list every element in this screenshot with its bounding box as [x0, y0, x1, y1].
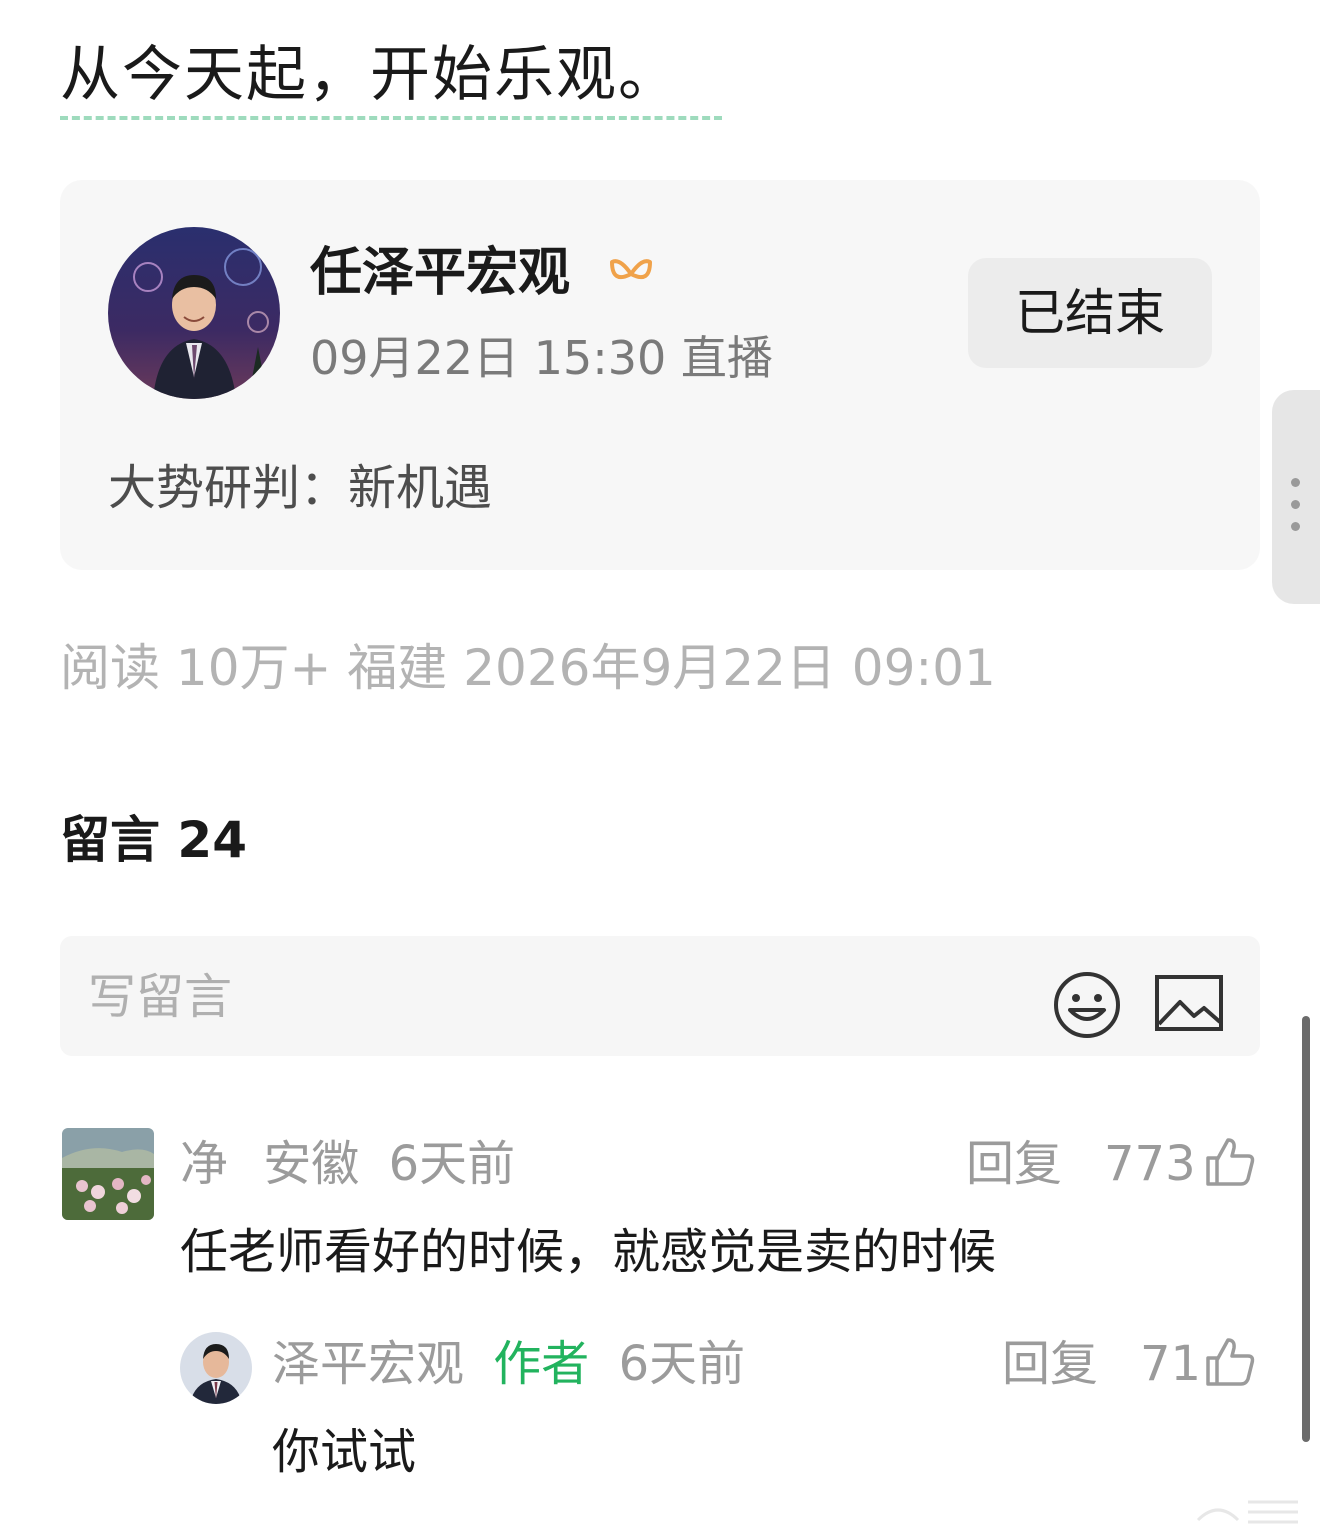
handle-dot	[1291, 478, 1300, 487]
handle-dot	[1291, 500, 1300, 509]
comments-heading: 留言 24	[60, 811, 247, 869]
reply-button[interactable]: 回复	[1002, 1332, 1098, 1396]
watermark-logo	[1196, 1500, 1298, 1524]
author-avatar[interactable]	[180, 1332, 252, 1404]
commenter-name[interactable]: 净	[180, 1136, 228, 1192]
author-name[interactable]: 泽平宏观	[272, 1336, 464, 1392]
comment-header: 净 安徽 6天前	[180, 1132, 515, 1196]
author-tag: 作者	[493, 1336, 590, 1392]
handle-dot	[1291, 522, 1300, 531]
reply-button[interactable]: 回复	[966, 1132, 1062, 1196]
verified-badge-icon	[610, 259, 652, 279]
like-count: 71	[1140, 1336, 1202, 1392]
commenter-location: 安徽	[263, 1136, 360, 1192]
reply-text: 你试试	[272, 1424, 417, 1480]
comment-input-box[interactable]	[60, 936, 1260, 1056]
comment-time: 6天前	[388, 1136, 516, 1192]
channel-name[interactable]: 任泽平宏观	[310, 238, 570, 308]
commenter-avatar[interactable]	[62, 1128, 154, 1220]
comment-input[interactable]	[86, 960, 990, 1034]
thumbs-up-icon[interactable]	[1204, 1336, 1256, 1388]
image-icon[interactable]	[1154, 974, 1224, 1032]
live-status-button[interactable]: 已结束	[968, 258, 1212, 368]
article-headline: 从今天起，开始乐观。	[60, 40, 680, 110]
channel-avatar[interactable]	[108, 227, 280, 399]
emoji-icon[interactable]	[1052, 970, 1122, 1040]
live-stream-card[interactable]: 任泽平宏观 09月22日 15:30 直播 已结束 大势研判：新机遇	[60, 180, 1260, 570]
live-time: 09月22日 15:30 直播	[310, 331, 773, 385]
headline-dashed-underline	[60, 116, 722, 120]
article-meta: 阅读 10万+ 福建 2026年9月22日 09:01	[60, 639, 996, 697]
side-more-handle[interactable]	[1272, 390, 1320, 604]
like-count: 773	[1104, 1136, 1196, 1192]
comment-text: 任老师看好的时候，就感觉是卖的时候	[180, 1224, 997, 1280]
live-topic: 大势研判：新机遇	[108, 460, 493, 516]
reply-time: 6天前	[618, 1336, 746, 1392]
scrollbar[interactable]	[1302, 1016, 1310, 1442]
thumbs-up-icon[interactable]	[1204, 1136, 1256, 1188]
reply-header: 泽平宏观 作者 6天前	[272, 1332, 745, 1396]
